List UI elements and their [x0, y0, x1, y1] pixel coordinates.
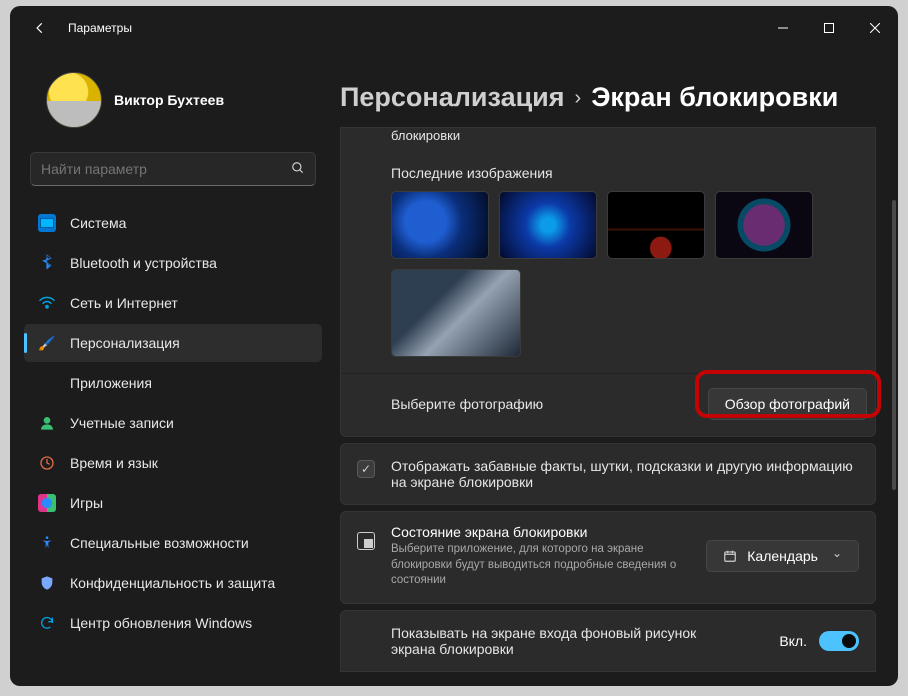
breadcrumb: Персонализация › Экран блокировки [340, 82, 876, 113]
avatar [46, 72, 102, 128]
signin-bg-card: Показывать на экране входа фоновый рисун… [340, 610, 876, 672]
search-icon [291, 161, 305, 178]
nav-personalization[interactable]: 🖌️ Персонализация [24, 324, 322, 362]
main-content: Персонализация › Экран блокировки блокир… [330, 50, 898, 686]
toggle-state-label: Вкл. [779, 633, 807, 649]
status-icon [357, 532, 375, 550]
brush-icon: 🖌️ [38, 334, 56, 352]
cutoff-label: блокировки [391, 128, 859, 143]
nav-system[interactable]: Система [24, 204, 322, 242]
nav-windows-update[interactable]: Центр обновления Windows [24, 604, 322, 642]
nav-label: Игры [70, 495, 103, 511]
nav-label: Центр обновления Windows [70, 615, 252, 631]
nav-network[interactable]: Сеть и Интернет [24, 284, 322, 322]
shield-icon [38, 574, 56, 592]
nav-bluetooth[interactable]: Bluetooth и устройства [24, 244, 322, 282]
profile-name: Виктор Бухтеев [114, 92, 224, 108]
scrollbar[interactable] [892, 200, 896, 490]
apps-icon [38, 374, 56, 392]
fun-facts-card[interactable]: ✓ Отображать забавные факты, шутки, подс… [340, 443, 876, 505]
browse-photos-button[interactable]: Обзор фотографий [708, 388, 867, 420]
nav-label: Сеть и Интернет [70, 295, 178, 311]
status-app-label: Календарь [747, 548, 818, 564]
image-thumb[interactable] [499, 191, 597, 259]
image-thumb[interactable] [391, 191, 489, 259]
clock-globe-icon [38, 454, 56, 472]
close-button[interactable] [852, 13, 898, 43]
user-icon [38, 414, 56, 432]
fun-facts-checkbox[interactable]: ✓ [357, 460, 375, 478]
status-title: Состояние экрана блокировки [391, 524, 691, 540]
system-icon [38, 214, 56, 232]
image-thumb[interactable] [715, 191, 813, 259]
image-thumb-large[interactable] [391, 269, 521, 357]
minimize-button[interactable] [760, 13, 806, 43]
lockscreen-status-card: Состояние экрана блокировки Выберите при… [340, 511, 876, 604]
nav-time-language[interactable]: Время и язык [24, 444, 322, 482]
fun-facts-label: Отображать забавные факты, шутки, подска… [391, 458, 853, 490]
nav-privacy[interactable]: Конфиденциальность и защита [24, 564, 322, 602]
window-title: Параметры [68, 21, 760, 35]
sidebar: Виктор Бухтеев Система [10, 50, 330, 686]
nav-label: Учетные записи [70, 415, 174, 431]
wifi-icon [38, 294, 56, 312]
search-input[interactable] [41, 161, 291, 177]
image-thumb[interactable] [607, 191, 705, 259]
breadcrumb-current: Экран блокировки [591, 82, 838, 113]
accessibility-icon [38, 534, 56, 552]
window-controls [760, 13, 898, 43]
nav-apps[interactable]: Приложения [24, 364, 322, 402]
nav-label: Специальные возможности [70, 535, 249, 551]
bluetooth-icon [38, 254, 56, 272]
chevron-right-icon: › [575, 87, 582, 110]
nav-list: Система Bluetooth и устройства Сеть и Ин… [24, 204, 322, 642]
calendar-icon [723, 549, 737, 563]
nav-label: Персонализация [70, 335, 180, 351]
xbox-icon [38, 494, 56, 512]
nav-label: Bluetooth и устройства [70, 255, 217, 271]
settings-window: Параметры Виктор Бухтеев [10, 6, 898, 686]
status-app-dropdown[interactable]: Календарь [706, 540, 859, 572]
maximize-button[interactable] [806, 13, 852, 43]
breadcrumb-parent[interactable]: Персонализация [340, 82, 565, 113]
nav-accessibility[interactable]: Специальные возможности [24, 524, 322, 562]
signin-bg-label: Показывать на экране входа фоновый рисун… [391, 625, 721, 657]
recent-images-label: Последние изображения [391, 165, 859, 181]
search-box[interactable] [30, 152, 316, 186]
choose-photo-label: Выберите фотографию [391, 396, 543, 412]
status-subtitle: Выберите приложение, для которого на экр… [391, 542, 691, 589]
recent-images [391, 191, 859, 259]
background-card: блокировки Последние изображения Выберит… [340, 127, 876, 437]
nav-label: Система [70, 215, 126, 231]
profile[interactable]: Виктор Бухтеев [24, 58, 322, 142]
nav-gaming[interactable]: Игры [24, 484, 322, 522]
nav-label: Приложения [70, 375, 152, 391]
nav-label: Время и язык [70, 455, 158, 471]
titlebar: Параметры [10, 6, 898, 50]
nav-label: Конфиденциальность и защита [70, 575, 275, 591]
back-button[interactable] [24, 12, 56, 44]
signin-bg-toggle[interactable] [819, 631, 859, 651]
nav-accounts[interactable]: Учетные записи [24, 404, 322, 442]
update-icon [38, 614, 56, 632]
